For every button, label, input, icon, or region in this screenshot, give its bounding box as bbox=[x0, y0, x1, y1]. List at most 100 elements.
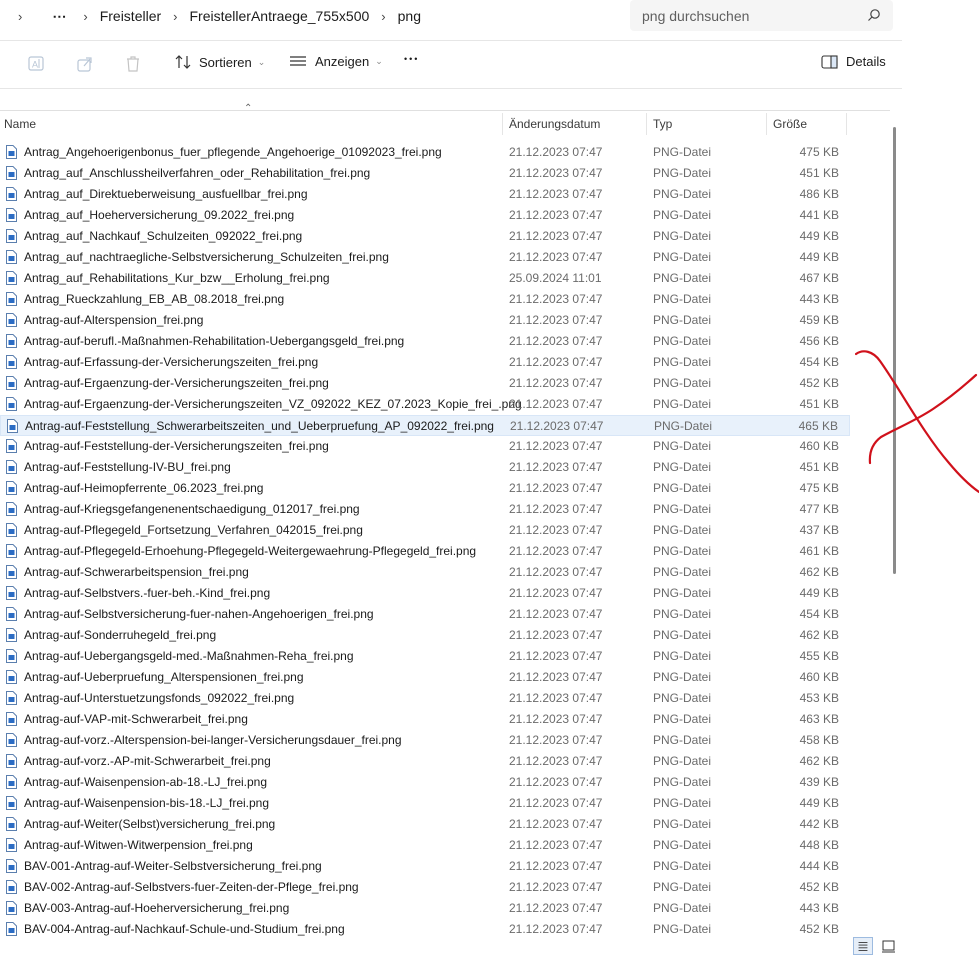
chevron-right-icon[interactable]: › bbox=[161, 9, 189, 24]
file-name: Antrag-auf-Selbstvers.-fuer-beh.-Kind_fr… bbox=[24, 586, 271, 600]
png-file-icon bbox=[6, 397, 17, 411]
file-type: PNG-Datei bbox=[653, 250, 712, 264]
file-row[interactable]: Antrag-auf-Unterstuetzungsfonds_092022_f… bbox=[0, 688, 850, 709]
column-divider[interactable] bbox=[502, 113, 503, 135]
file-row[interactable]: Antrag-auf-Waisenpension-bis-18.-LJ_frei… bbox=[0, 793, 850, 814]
file-row[interactable]: BAV-004-Antrag-auf-Nachkauf-Schule-und-S… bbox=[0, 919, 850, 940]
breadcrumb-overflow-button[interactable]: ⋯ bbox=[34, 8, 71, 25]
details-pane-button[interactable]: Details bbox=[821, 54, 886, 69]
sort-icon bbox=[175, 55, 191, 69]
file-row[interactable]: Antrag-auf-Uebergangsgeld-med.-Maßnahmen… bbox=[0, 646, 850, 667]
file-row[interactable]: Antrag_auf_Rehabilitations_Kur_bzw__Erho… bbox=[0, 268, 850, 289]
search-icon[interactable] bbox=[867, 8, 881, 22]
file-size: 462 KB bbox=[799, 754, 839, 768]
file-row[interactable]: Antrag-auf-Selbstvers.-fuer-beh.-Kind_fr… bbox=[0, 583, 850, 604]
file-row[interactable]: Antrag-auf-Schwerarbeitspension_frei.png… bbox=[0, 562, 850, 583]
file-row[interactable]: Antrag-auf-Sonderruhegeld_frei.png 21.12.… bbox=[0, 625, 850, 646]
share-icon[interactable] bbox=[75, 54, 95, 74]
file-row[interactable]: Antrag-auf-VAP-mit-Schwerarbeit_frei.png… bbox=[0, 709, 850, 730]
file-type: PNG-Datei bbox=[653, 565, 712, 579]
chevron-right-icon[interactable]: › bbox=[71, 9, 99, 24]
file-size: 451 KB bbox=[799, 460, 839, 474]
column-divider[interactable] bbox=[646, 113, 647, 135]
file-row[interactable]: Antrag-auf-Weiter(Selbst)versicherung_fr… bbox=[0, 814, 850, 835]
png-file-icon bbox=[6, 796, 17, 810]
file-row[interactable]: Antrag-auf-Ergaenzung-der-Versicherungsz… bbox=[0, 394, 850, 415]
file-name: Antrag-auf-Witwen-Witwerpension_frei.png bbox=[24, 838, 253, 852]
more-options-button[interactable]: ••• bbox=[404, 54, 419, 64]
file-row[interactable]: Antrag-auf-Pflegegeld-Erhoehung-Pflegege… bbox=[0, 541, 850, 562]
file-name: Antrag-auf-Feststellung_Schwerarbeitszei… bbox=[25, 419, 494, 433]
file-row[interactable]: Antrag-auf-Heimopferrente_06.2023_frei.p… bbox=[0, 478, 850, 499]
rename-icon[interactable]: A bbox=[27, 54, 47, 74]
file-size: 442 KB bbox=[799, 817, 839, 831]
file-row[interactable]: Antrag-auf-Ergaenzung-der-Versicherungsz… bbox=[0, 373, 850, 394]
chevron-down-icon: ⌄ bbox=[375, 56, 383, 66]
file-date: 21.12.2023 07:47 bbox=[509, 145, 603, 159]
file-row[interactable]: Antrag-auf-Ueberpruefung_Alterspensionen… bbox=[0, 667, 850, 688]
file-row[interactable]: Antrag-auf-vorz.-AP-mit-Schwerarbeit_fre… bbox=[0, 751, 850, 772]
column-type[interactable]: Typ bbox=[653, 117, 672, 131]
breadcrumb: › ⋯ › Freisteller › FreistellerAntraege_… bbox=[0, 0, 421, 32]
breadcrumb-item-png[interactable]: png bbox=[398, 8, 421, 24]
png-file-icon bbox=[6, 334, 17, 348]
file-row[interactable]: Antrag-auf-Alterspension_frei.png 21.12.2… bbox=[0, 310, 850, 331]
column-date[interactable]: Änderungsdatum bbox=[509, 117, 600, 131]
file-row[interactable]: BAV-001-Antrag-auf-Weiter-Selbstversiche… bbox=[0, 856, 850, 877]
file-row[interactable]: Antrag_auf_Direktueberweisung_ausfuellba… bbox=[0, 184, 850, 205]
file-list: Antrag_Angehoerigenbonus_fuer_pflegende_… bbox=[0, 142, 850, 940]
file-name: Antrag_auf_nachtraegliche-Selbstversiche… bbox=[24, 250, 389, 264]
file-date: 21.12.2023 07:47 bbox=[509, 355, 603, 369]
sort-button[interactable]: Sortieren ⌄ bbox=[175, 54, 265, 70]
tiles-view-icon[interactable] bbox=[879, 937, 899, 955]
file-size: 453 KB bbox=[799, 691, 839, 705]
search-input[interactable]: png durchsuchen bbox=[630, 0, 893, 31]
file-type: PNG-Datei bbox=[653, 187, 712, 201]
column-divider[interactable] bbox=[766, 113, 767, 135]
file-row[interactable]: Antrag-auf-Feststellung-der-Versicherung… bbox=[0, 436, 850, 457]
chevron-right-icon[interactable]: › bbox=[0, 9, 34, 24]
file-row[interactable]: Antrag-auf-Kriegsgefangenenentschaedigun… bbox=[0, 499, 850, 520]
file-name: BAV-003-Antrag-auf-Hoeherversicherung_fr… bbox=[24, 901, 290, 915]
file-row[interactable]: Antrag_auf_Nachkauf_Schulzeiten_092022_f… bbox=[0, 226, 850, 247]
file-row[interactable]: Antrag-auf-berufl.-Maßnahmen-Rehabilitat… bbox=[0, 331, 850, 352]
file-row[interactable]: Antrag-auf-Erfassung-der-Versicherungsze… bbox=[0, 352, 850, 373]
file-row[interactable]: Antrag_Rueckzahlung_EB_AB_08.2018_frei.p… bbox=[0, 289, 850, 310]
file-row[interactable]: Antrag_auf_Anschlussheilverfahren_oder_R… bbox=[0, 163, 850, 184]
column-name[interactable]: Name bbox=[4, 117, 36, 131]
file-name: Antrag-auf-Heimopferrente_06.2023_frei.p… bbox=[24, 481, 264, 495]
breadcrumb-item-freistellerantraege[interactable]: FreistellerAntraege_755x500 bbox=[190, 8, 370, 24]
view-button[interactable]: Anzeigen ⌄ bbox=[289, 54, 383, 69]
file-date: 21.12.2023 07:47 bbox=[509, 859, 603, 873]
file-size: 444 KB bbox=[799, 859, 839, 873]
details-view-icon[interactable] bbox=[853, 937, 873, 955]
breadcrumb-item-freisteller[interactable]: Freisteller bbox=[100, 8, 161, 24]
file-row[interactable]: Antrag-auf-Witwen-Witwerpension_frei.png… bbox=[0, 835, 850, 856]
file-row[interactable]: Antrag_auf_nachtraegliche-Selbstversiche… bbox=[0, 247, 850, 268]
delete-icon[interactable] bbox=[123, 54, 143, 74]
column-size[interactable]: Größe bbox=[773, 117, 807, 131]
column-divider[interactable] bbox=[846, 113, 847, 135]
file-row[interactable]: Antrag_auf_Hoeherversicherung_09.2022_fr… bbox=[0, 205, 850, 226]
file-date: 21.12.2023 07:47 bbox=[509, 775, 603, 789]
address-bar: › ⋯ › Freisteller › FreistellerAntraege_… bbox=[0, 0, 902, 41]
file-type: PNG-Datei bbox=[653, 397, 712, 411]
png-file-icon bbox=[6, 607, 17, 621]
file-row[interactable]: Antrag-auf-Waisenpension-ab-18.-LJ_frei.… bbox=[0, 772, 850, 793]
file-date: 21.12.2023 07:47 bbox=[510, 419, 604, 433]
file-row[interactable]: Antrag-auf-vorz.-Alterspension-bei-lange… bbox=[0, 730, 850, 751]
file-row[interactable]: Antrag-auf-Selbstversicherung-fuer-nahen… bbox=[0, 604, 850, 625]
file-type: PNG-Datei bbox=[653, 922, 712, 936]
file-type: PNG-Datei bbox=[653, 355, 712, 369]
file-row[interactable]: Antrag-auf-Feststellung-IV-BU_frei.png 21… bbox=[0, 457, 850, 478]
file-date: 21.12.2023 07:47 bbox=[509, 880, 603, 894]
file-row[interactable]: Antrag-auf-Feststellung_Schwerarbeitszei… bbox=[0, 415, 850, 436]
file-row[interactable]: BAV-003-Antrag-auf-Hoeherversicherung_fr… bbox=[0, 898, 850, 919]
file-size: 458 KB bbox=[799, 733, 839, 747]
file-row[interactable]: BAV-002-Antrag-auf-Selbstvers-fuer-Zeite… bbox=[0, 877, 850, 898]
file-row[interactable]: Antrag-auf-Pflegegeld_Fortsetzung_Verfah… bbox=[0, 520, 850, 541]
chevron-right-icon[interactable]: › bbox=[369, 9, 397, 24]
file-row[interactable]: Antrag_Angehoerigenbonus_fuer_pflegende_… bbox=[0, 142, 850, 163]
file-name: Antrag-auf-Pflegegeld-Erhoehung-Pflegege… bbox=[24, 544, 477, 558]
png-file-icon bbox=[6, 859, 17, 873]
